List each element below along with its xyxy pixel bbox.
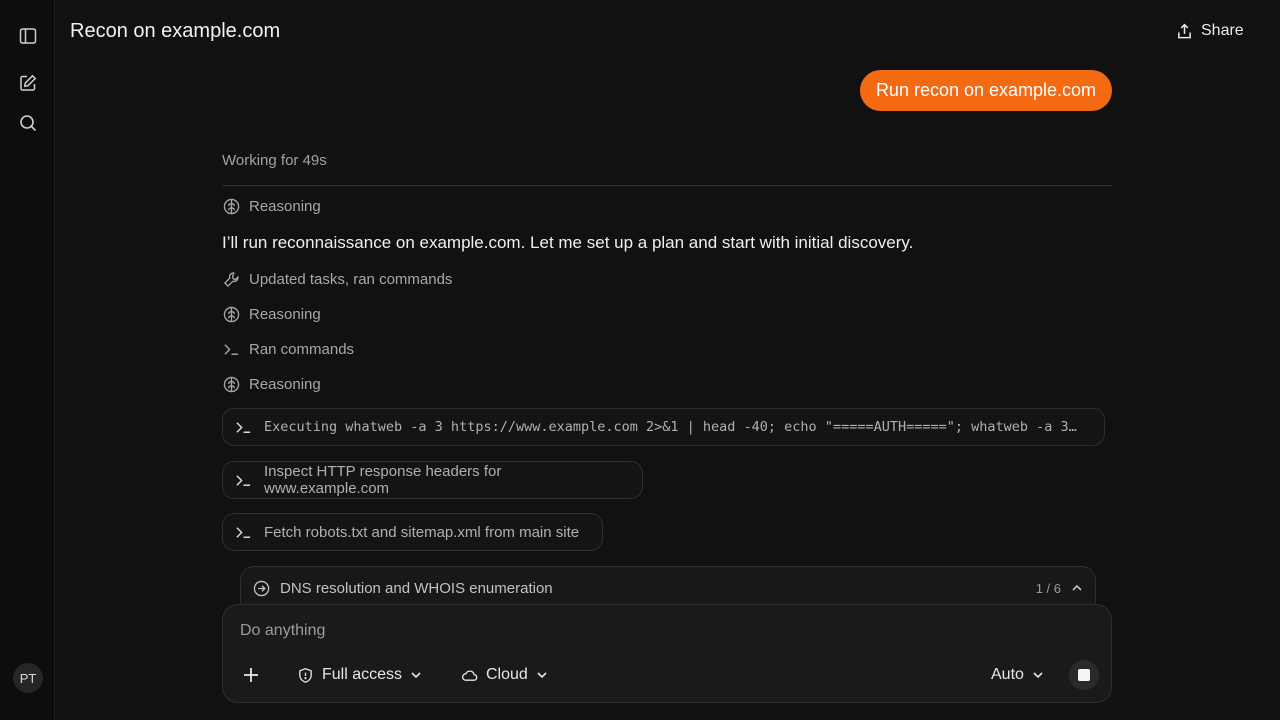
chevron-up-icon <box>1071 582 1083 594</box>
terminal-icon <box>235 524 252 541</box>
chevron-down-icon <box>410 669 422 681</box>
working-status: Working for 49s <box>222 152 327 169</box>
access-label: Full access <box>322 666 403 683</box>
reasoning-step[interactable]: Reasoning <box>222 197 321 215</box>
chevron-down-icon <box>1032 669 1044 681</box>
terminal-icon <box>222 340 240 358</box>
brain-icon <box>222 375 240 393</box>
command-pill[interactable]: Executing whatweb -a 3 https://www.examp… <box>222 408 1105 446</box>
task-label: DNS resolution and WHOIS enumeration <box>280 579 553 597</box>
commands-step-label: Ran commands <box>249 340 355 358</box>
reasoning-label: Reasoning <box>249 197 321 215</box>
user-message: Run recon on example.com <box>860 70 1112 111</box>
avatar[interactable]: PT <box>13 663 43 693</box>
brain-icon <box>222 197 240 215</box>
command-pill[interactable]: Fetch robots.txt and sitemap.xml from ma… <box>222 513 603 551</box>
chevron-down-icon <box>536 669 548 681</box>
composer: Do anything Full access Cloud Auto <box>222 604 1112 703</box>
model-label: Auto <box>991 666 1024 683</box>
command-text: Fetch robots.txt and sitemap.xml from ma… <box>264 523 580 541</box>
reasoning-step[interactable]: Reasoning <box>222 305 321 323</box>
shield-icon <box>297 667 314 684</box>
cloud-icon <box>461 667 478 684</box>
commands-step[interactable]: Ran commands <box>222 340 354 358</box>
env-label: Cloud <box>486 666 528 683</box>
terminal-icon <box>235 419 252 436</box>
access-dropdown[interactable]: Full access <box>297 661 422 689</box>
search-icon[interactable] <box>14 109 42 137</box>
prompt-input[interactable]: Do anything <box>240 622 325 640</box>
share-icon <box>1176 23 1193 40</box>
command-text: Executing whatweb -a 3 https://www.examp… <box>264 419 1077 435</box>
tool-step-label: Updated tasks, ran commands <box>249 270 453 288</box>
share-label: Share <box>1201 22 1244 39</box>
circle-arrow-icon <box>253 580 270 597</box>
model-dropdown[interactable]: Auto <box>991 661 1044 689</box>
assistant-message: I’ll run reconnaissance on example.com. … <box>222 233 914 252</box>
command-pill[interactable]: Inspect HTTP response headers for www.ex… <box>222 461 643 499</box>
command-text: Inspect HTTP response headers for www.ex… <box>264 463 502 497</box>
task-progress-text: 1 / 6 <box>1035 580 1061 596</box>
share-button[interactable]: Share <box>1176 19 1244 43</box>
reasoning-label: Reasoning <box>249 375 321 393</box>
divider <box>222 185 1112 186</box>
tool-step[interactable]: Updated tasks, ran commands <box>222 270 452 288</box>
brain-icon <box>222 305 240 323</box>
wrench-icon <box>222 270 240 288</box>
reasoning-label: Reasoning <box>249 305 321 323</box>
stop-button[interactable] <box>1069 660 1099 690</box>
page-title: Recon on example.com <box>70 20 281 42</box>
environment-dropdown[interactable]: Cloud <box>461 661 548 689</box>
new-chat-icon[interactable] <box>14 69 42 97</box>
add-button[interactable] <box>241 661 261 689</box>
sidebar: PT <box>0 0 55 720</box>
reasoning-step[interactable]: Reasoning <box>222 375 321 393</box>
terminal-icon <box>235 472 252 489</box>
sidebar-toggle-icon[interactable] <box>14 22 42 50</box>
stop-icon <box>1078 669 1090 681</box>
task-progress[interactable]: 1 / 6 <box>1036 581 1083 596</box>
plus-icon <box>241 665 261 685</box>
